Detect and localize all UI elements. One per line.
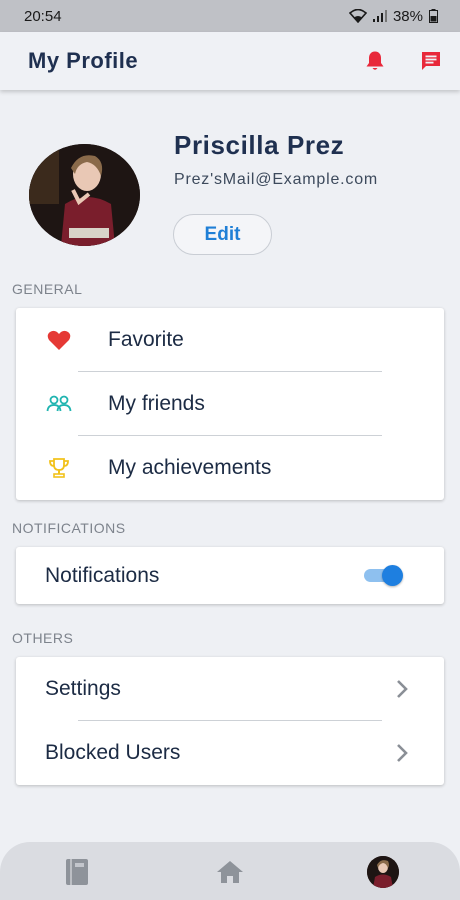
nav-home-button[interactable] <box>214 856 246 888</box>
notifications-card: Notifications <box>16 547 444 604</box>
notifications-row: Notifications <box>16 547 444 604</box>
battery-percent: 38% <box>392 7 423 25</box>
toggle-thumb <box>382 565 403 586</box>
list-item-friends[interactable]: My friends <box>16 372 444 436</box>
book-icon <box>66 859 88 885</box>
heart-icon <box>46 327 72 353</box>
profile-header: Priscilla Prez Prez'sMail@Example.com Ed… <box>0 90 460 270</box>
app-bar-actions <box>362 48 444 74</box>
nav-library-button[interactable] <box>61 856 93 888</box>
notifications-label: Notifications <box>45 563 160 587</box>
edit-profile-button[interactable]: Edit <box>173 214 272 255</box>
users-icon <box>46 391 72 417</box>
section-label-others: OTHERS <box>12 630 74 646</box>
bottom-navigation <box>0 842 460 900</box>
avatar <box>29 144 140 246</box>
list-item-settings[interactable]: Settings <box>16 657 444 721</box>
status-bar: 20:54 38% <box>0 0 460 32</box>
trophy-icon <box>46 455 72 481</box>
list-item-achievements[interactable]: My achievements <box>16 436 444 500</box>
notifications-button[interactable] <box>362 48 388 74</box>
chevron-right-icon <box>397 680 408 698</box>
chevron-right-icon <box>397 744 408 762</box>
profile-email: Prez'sMail@Example.com <box>174 171 379 188</box>
home-icon <box>217 861 243 883</box>
battery-icon <box>429 9 438 23</box>
page-title: My Profile <box>28 48 139 73</box>
list-item-label: Settings <box>45 677 121 700</box>
messages-button[interactable] <box>418 48 444 74</box>
status-icons: 38% <box>348 7 438 25</box>
bell-icon <box>366 51 384 70</box>
section-label-notifications: NOTIFICATIONS <box>12 520 126 536</box>
signal-icon <box>372 10 387 22</box>
list-item-label: Blocked Users <box>45 741 181 764</box>
app-bar: My Profile <box>0 32 460 90</box>
profile-avatar <box>367 856 399 888</box>
chat-icon <box>422 52 440 70</box>
others-card: Settings Blocked Users <box>16 657 444 785</box>
nav-profile-button[interactable] <box>367 856 399 888</box>
list-item-label: My achievements <box>108 456 272 479</box>
notifications-toggle[interactable] <box>364 565 404 586</box>
wifi-icon <box>348 9 367 23</box>
list-item-blocked-users[interactable]: Blocked Users <box>16 721 444 785</box>
status-time: 20:54 <box>24 7 62 25</box>
list-item-label: Favorite <box>108 328 184 351</box>
list-item-label: My friends <box>108 392 205 415</box>
general-card: Favorite My friends My achievements <box>16 308 444 500</box>
section-label-general: GENERAL <box>12 281 83 297</box>
profile-name: Priscilla Prez <box>174 130 345 160</box>
list-item-favorite[interactable]: Favorite <box>16 308 444 372</box>
